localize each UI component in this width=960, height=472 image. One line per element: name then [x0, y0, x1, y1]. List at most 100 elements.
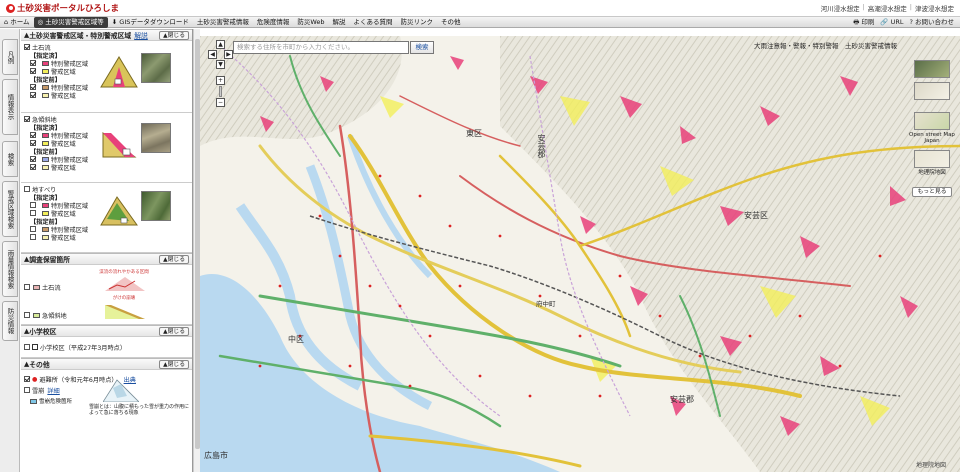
landslide-photo — [141, 191, 171, 221]
debris-pre-special-checkbox[interactable] — [30, 84, 36, 90]
pan-up-button[interactable]: ▲ — [216, 40, 225, 49]
zoom-out-button[interactable]: − — [216, 98, 225, 107]
menu-faq[interactable]: よくある質問 — [350, 17, 397, 28]
debris-flow-checkbox[interactable] — [24, 44, 30, 50]
steep-pre-special-checkbox[interactable] — [30, 156, 36, 162]
close-section3-button[interactable]: ▲閉じる — [159, 327, 189, 336]
avalanche-detail-link[interactable]: 詳細 — [47, 386, 59, 395]
menu-home[interactable]: ⌂ ホーム — [0, 17, 34, 28]
map-view[interactable]: 東区 安芸区 中区 安芸郡 安芸郡 府中町 広島市 地理院地図 — [200, 36, 960, 472]
shelter-icon: ● — [32, 375, 38, 383]
steep-slope-photo — [141, 123, 171, 153]
landslide-illustration-icon — [100, 196, 138, 226]
avalanche-swatch — [30, 398, 37, 404]
section-pending-survey: ▲ 調査保留箇所 ▲閉じる — [21, 253, 192, 265]
menu-hazard-zones[interactable]: ◎ 土砂災害警戒区域等 — [33, 16, 108, 28]
pending-debris-illustration-icon — [105, 277, 145, 291]
pan-left-button[interactable]: ◀ — [208, 50, 217, 59]
label-aki-ku: 安芸区 — [744, 211, 768, 220]
weather-warning-label: 大雨注意報・警報・特別警報 土砂災害警戒情報 — [754, 42, 897, 50]
menu-explanation[interactable]: 解説 — [329, 17, 350, 28]
layer-pale-thumb[interactable] — [914, 82, 950, 100]
group-other: ● 避難所（令和元年6月時点） 出典 雪崩 詳細 雪崩危険箇所 雪崩とは：山腹に積もっ… — [21, 370, 192, 430]
tab-legend[interactable]: 凡例 — [2, 39, 18, 75]
layer-gsi-thumb[interactable] — [914, 150, 950, 168]
map-canvas — [200, 36, 960, 472]
section-hazard-zones: ▲ 土砂災害警戒区域・特別警戒区域 解説 ▲閉じる — [21, 29, 192, 41]
menu-bousai-web[interactable]: 防災Web — [293, 17, 328, 28]
logo-icon — [6, 3, 15, 13]
close-section1-button[interactable]: ▲閉じる — [159, 31, 189, 40]
debris-special-checkbox[interactable] — [30, 60, 36, 66]
landslide-special-checkbox[interactable] — [30, 202, 36, 208]
landslide-checkbox[interactable] — [24, 186, 30, 192]
address-search-button[interactable]: 検索 — [410, 41, 434, 54]
more-layers-button[interactable]: もっと見る — [912, 187, 952, 197]
zoom-in-button[interactable]: + — [216, 76, 225, 85]
avalanche-checkbox[interactable] — [24, 387, 30, 393]
debris-pre-warning-checkbox[interactable] — [30, 92, 36, 98]
pan-down-button[interactable]: ▼ — [216, 60, 225, 69]
menu-warning-info[interactable]: 土砂災害警戒情報 — [193, 17, 253, 28]
tab-info[interactable]: 情報表示 — [2, 79, 18, 135]
steep-special-checkbox[interactable] — [30, 132, 36, 138]
zoom-slider[interactable] — [219, 86, 222, 97]
group-landslide: 地すべり 【指定済】 特別警戒区域 警戒区域 【指定前】 特別警戒区域 警戒区域 — [21, 183, 192, 253]
menu-gis-download[interactable]: ⬇ GISデータダウンロード — [108, 17, 193, 28]
url-button[interactable]: 🔗 URL — [880, 17, 903, 28]
label-aki-gun-1: 安芸郡 — [537, 134, 546, 158]
pending-steep-illustration-icon — [105, 305, 145, 319]
tab-search[interactable]: 検索 — [2, 141, 18, 177]
section-other: ▲ その他 ▲閉じる — [21, 358, 192, 370]
pan-right-button[interactable]: ▶ — [224, 50, 233, 59]
pending-steep-checkbox[interactable] — [24, 312, 30, 318]
close-section4-button[interactable]: ▲閉じる — [159, 360, 189, 369]
debris-flow-illustration-icon — [100, 56, 138, 88]
steep-slope-checkbox[interactable] — [24, 116, 30, 122]
avalanche-illustration-icon — [103, 379, 139, 402]
steep-slope-illustration-icon — [102, 132, 137, 158]
contact-button[interactable]: ? お問い合わせ — [909, 17, 954, 28]
tab-zone-search[interactable]: 警戒区域検索 — [2, 181, 18, 237]
map-attribution: 地理院地図 — [915, 462, 946, 469]
site-logo[interactable]: 土砂災害ポータルひろしま — [6, 2, 119, 14]
address-search-input[interactable]: 検索する住所を市町から入力ください。 — [233, 41, 409, 54]
school-district-checkbox[interactable] — [24, 344, 30, 350]
menu-risk-info[interactable]: 危険度情報 — [253, 17, 294, 28]
section-school-district: ▲ 小学校区 ▲閉じる — [21, 325, 192, 337]
label-higashi-ku: 東区 — [466, 129, 482, 138]
layer-aerial-thumb[interactable] — [914, 60, 950, 78]
tab-rain-search[interactable]: 雨量情報検索 — [2, 241, 18, 297]
top-links: 河川浸水想定 | 高潮浸水想定 | 津波浸水想定 — [820, 3, 954, 13]
link-tsunami[interactable]: 津波浸水想定 — [915, 3, 954, 13]
debris-flow-photo — [141, 53, 171, 83]
group-pending: 土石流 急傾斜地 渓流の流れやかある区間 がけの崩壊 — [21, 265, 192, 325]
landslide-pre-warning-checkbox[interactable] — [30, 234, 36, 240]
debris-warning-checkbox[interactable] — [30, 68, 36, 74]
panel-scrollbar[interactable] — [193, 29, 200, 472]
print-button[interactable]: 🖶 印刷 — [853, 17, 874, 28]
link-river-flood[interactable]: 河川浸水想定 — [821, 3, 860, 13]
legend-panel: ▲ 土砂災害警戒区域・特別警戒区域 解説 ▲閉じる 土石流 【指定済】 特別警戒… — [21, 29, 193, 472]
shelter-checkbox[interactable] — [24, 376, 30, 382]
menu-bar: ⌂ ホーム ◎ 土砂災害警戒区域等 ⬇ GISデータダウンロード 土砂災害警戒情… — [0, 16, 960, 28]
hazard-explain-link[interactable]: 解説 — [134, 30, 148, 40]
label-naka-ku: 中区 — [288, 335, 304, 344]
menu-other[interactable]: その他 — [437, 17, 465, 28]
layer-osm-thumb[interactable] — [914, 112, 950, 130]
vertical-tabs: 凡例 情報表示 検索 警戒区域検索 雨量情報検索 防災情報 — [0, 29, 20, 472]
label-hiroshima: 広島市 — [204, 451, 228, 460]
tab-disaster-info[interactable]: 防災情報 — [2, 301, 18, 341]
link-storm-surge[interactable]: 高潮浸水想定 — [868, 3, 907, 13]
menu-links[interactable]: 防災リンク — [397, 17, 438, 28]
group-debris-flow: 土石流 【指定済】 特別警戒区域 警戒区域 【指定前】 特別警戒区域 警戒区域 — [21, 41, 192, 113]
steep-pre-warning-checkbox[interactable] — [30, 164, 36, 170]
close-section2-button[interactable]: ▲閉じる — [159, 255, 189, 264]
label-fuchu: 府中町 — [536, 300, 556, 308]
landslide-warning-checkbox[interactable] — [30, 210, 36, 216]
steep-warning-checkbox[interactable] — [30, 140, 36, 146]
landslide-pre-special-checkbox[interactable] — [30, 226, 36, 232]
pending-debris-checkbox[interactable] — [24, 284, 30, 290]
group-steep-slope: 急傾斜地 【指定済】 特別警戒区域 警戒区域 【指定前】 特別警戒区域 警戒区域 — [21, 113, 192, 183]
group-school: 小学校区（平成27年3月時点） — [21, 337, 192, 358]
